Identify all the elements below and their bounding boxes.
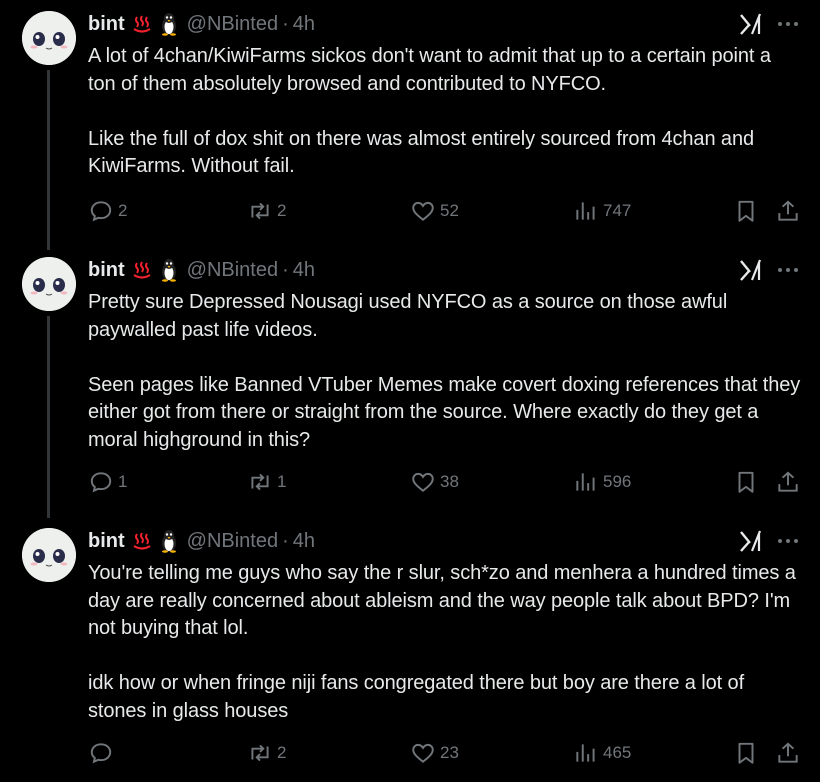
- repost-count: 2: [277, 743, 287, 762]
- bookmark-button[interactable]: [733, 197, 759, 225]
- like-button[interactable]: 38: [410, 468, 459, 496]
- views-button[interactable]: 465: [573, 739, 631, 767]
- grok-icon[interactable]: [738, 257, 764, 283]
- penguin-icon: [159, 258, 179, 282]
- reply-icon: [90, 472, 112, 493]
- reply-count: 1: [118, 472, 128, 491]
- grok-icon[interactable]: [738, 11, 764, 37]
- views-count: 465: [603, 743, 632, 762]
- heart-icon: [412, 472, 434, 492]
- more-dots-icon[interactable]: [776, 257, 800, 283]
- repost-count: 1: [277, 472, 287, 491]
- reply-button[interactable]: [88, 739, 118, 767]
- repost-button[interactable]: 1: [247, 468, 286, 496]
- tweet[interactable]: bint @NBinted · 4h Pretty sure Depressed…: [0, 246, 820, 518]
- more-dots-icon[interactable]: [776, 11, 800, 37]
- repost-count: 2: [277, 201, 287, 220]
- views-icon: [576, 202, 595, 220]
- like-count: 23: [440, 743, 459, 762]
- share-icon: [778, 200, 798, 221]
- repost-button[interactable]: 2: [247, 197, 286, 225]
- grok-icon[interactable]: [738, 528, 764, 554]
- tweet-text: You're telling me guys who say the r slu…: [88, 562, 796, 722]
- separator-dot: ·: [282, 12, 289, 35]
- hot-springs-icon: [131, 259, 153, 281]
- share-button[interactable]: [775, 468, 801, 496]
- penguin-icon: [159, 12, 179, 36]
- views-count: 747: [603, 201, 632, 220]
- share-button[interactable]: [775, 197, 801, 225]
- avatar[interactable]: [22, 11, 76, 65]
- hot-springs-icon: [131, 13, 153, 35]
- views-count: 596: [603, 472, 632, 491]
- action-bar: 1 1 38 596: [88, 468, 803, 496]
- avatar[interactable]: [22, 528, 76, 582]
- bookmark-icon: [738, 742, 754, 764]
- timestamp[interactable]: 4h: [293, 259, 315, 282]
- action-bar: 2 23 465: [88, 739, 803, 767]
- thread-line: [47, 70, 50, 250]
- separator-dot: ·: [282, 529, 289, 552]
- tweet[interactable]: bint @NBinted · 4h You're telling me guy…: [0, 517, 820, 782]
- display-name[interactable]: bint: [88, 530, 125, 553]
- views-icon: [576, 744, 595, 762]
- bookmark-icon: [738, 471, 754, 493]
- reply-icon: [90, 201, 112, 222]
- timestamp[interactable]: 4h: [293, 530, 315, 553]
- tweet-header: bint @NBinted · 4h: [88, 528, 315, 554]
- handle[interactable]: @NBinted: [187, 13, 278, 36]
- repost-icon: [251, 202, 269, 220]
- tweet-text: Pretty sure Depressed Nousagi used NYFCO…: [88, 291, 801, 451]
- like-button[interactable]: 52: [410, 197, 459, 225]
- repost-button[interactable]: 2: [247, 739, 286, 767]
- penguin-icon: [159, 529, 179, 553]
- repost-icon: [251, 473, 269, 491]
- reply-icon: [90, 743, 112, 764]
- bookmark-icon: [738, 200, 754, 222]
- tweet-text: A lot of 4chan/KiwiFarms sickos don't wa…: [88, 45, 771, 177]
- handle[interactable]: @NBinted: [187, 259, 278, 282]
- tweet-header: bint @NBinted · 4h: [88, 257, 315, 283]
- avatar[interactable]: [22, 257, 76, 311]
- heart-icon: [412, 201, 434, 221]
- tweet-header: bint @NBinted · 4h: [88, 11, 315, 37]
- handle[interactable]: @NBinted: [187, 530, 278, 553]
- tweet[interactable]: bint @NBinted · 4h A lot of 4chan/KiwiFa…: [0, 0, 820, 250]
- thread-line: [47, 316, 50, 518]
- hot-springs-icon: [131, 530, 153, 552]
- like-count: 38: [440, 472, 459, 491]
- views-button[interactable]: 596: [573, 468, 631, 496]
- display-name[interactable]: bint: [88, 13, 125, 36]
- share-icon: [778, 742, 798, 763]
- timestamp[interactable]: 4h: [293, 13, 315, 36]
- separator-dot: ·: [282, 258, 289, 281]
- more-dots-icon[interactable]: [776, 528, 800, 554]
- like-button[interactable]: 23: [410, 739, 459, 767]
- share-button[interactable]: [775, 739, 801, 767]
- reply-button[interactable]: 2: [88, 197, 127, 225]
- views-button[interactable]: 747: [573, 197, 631, 225]
- bookmark-button[interactable]: [733, 739, 759, 767]
- like-count: 52: [440, 201, 459, 220]
- display-name[interactable]: bint: [88, 259, 125, 282]
- share-icon: [778, 471, 798, 492]
- bookmark-button[interactable]: [733, 468, 759, 496]
- reply-button[interactable]: 1: [88, 468, 127, 496]
- views-icon: [576, 473, 595, 491]
- reply-count: 2: [118, 201, 128, 220]
- repost-icon: [251, 744, 269, 762]
- heart-icon: [412, 743, 434, 763]
- action-bar: 2 2 52 747: [88, 197, 803, 225]
